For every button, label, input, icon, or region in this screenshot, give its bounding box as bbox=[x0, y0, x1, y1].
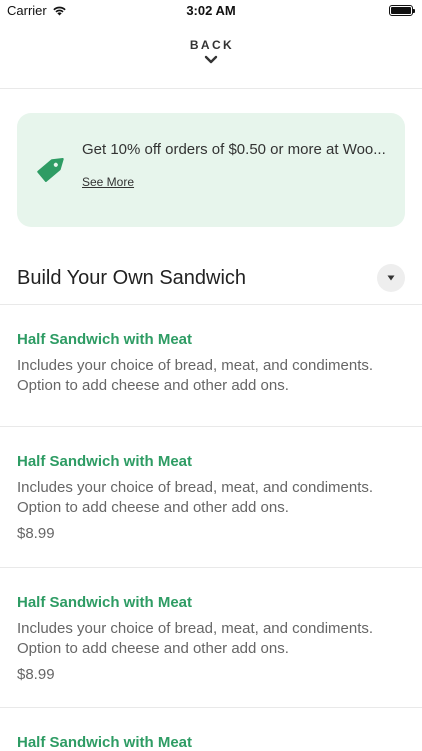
menu-item[interactable]: Half Sandwich with Meat bbox=[0, 708, 422, 751]
battery-nub bbox=[413, 9, 415, 13]
menu-item[interactable]: Half Sandwich with Meat Includes your ch… bbox=[0, 568, 422, 708]
caret-down-icon bbox=[387, 275, 395, 281]
tag-icon bbox=[37, 158, 64, 182]
menu-item-name: Half Sandwich with Meat bbox=[17, 594, 193, 611]
menu-item-name: Half Sandwich with Meat bbox=[17, 734, 193, 751]
battery-level bbox=[391, 7, 411, 14]
menu-item-price: $8.99 bbox=[17, 666, 55, 683]
menu-item-description: Includes your choice of bread, meat, and… bbox=[17, 620, 374, 657]
back-label: BACK bbox=[189, 38, 235, 52]
promo-text: Get 10% off orders of $0.50 or more at W… bbox=[82, 141, 386, 158]
menu-item-name: Half Sandwich with Meat bbox=[17, 453, 193, 470]
battery-icon bbox=[389, 5, 415, 16]
see-more-link[interactable]: See More bbox=[82, 175, 134, 189]
menu-item-description: Includes your choice of bread, meat, and… bbox=[17, 479, 374, 516]
menu-item[interactable]: Half Sandwich with Meat Includes your ch… bbox=[0, 427, 422, 568]
section-title: Build Your Own Sandwich bbox=[17, 267, 247, 289]
status-time: 3:02 AM bbox=[186, 3, 236, 18]
header-divider bbox=[0, 88, 422, 89]
menu-item-description: Includes your choice of bread, meat, and… bbox=[17, 357, 374, 394]
menu-item-price: $8.99 bbox=[17, 525, 55, 542]
chevron-down-icon bbox=[204, 55, 218, 64]
menu-item-name: Half Sandwich with Meat bbox=[17, 331, 193, 348]
section-header: Build Your Own Sandwich bbox=[0, 262, 422, 304]
section-toggle-button[interactable] bbox=[377, 264, 405, 292]
promo-banner[interactable]: Get 10% off orders of $0.50 or more at W… bbox=[17, 113, 405, 227]
back-button[interactable]: BACK bbox=[0, 38, 422, 78]
status-bar: Carrier 3:02 AM bbox=[0, 0, 422, 22]
menu-item[interactable]: Half Sandwich with Meat Includes your ch… bbox=[0, 305, 422, 427]
